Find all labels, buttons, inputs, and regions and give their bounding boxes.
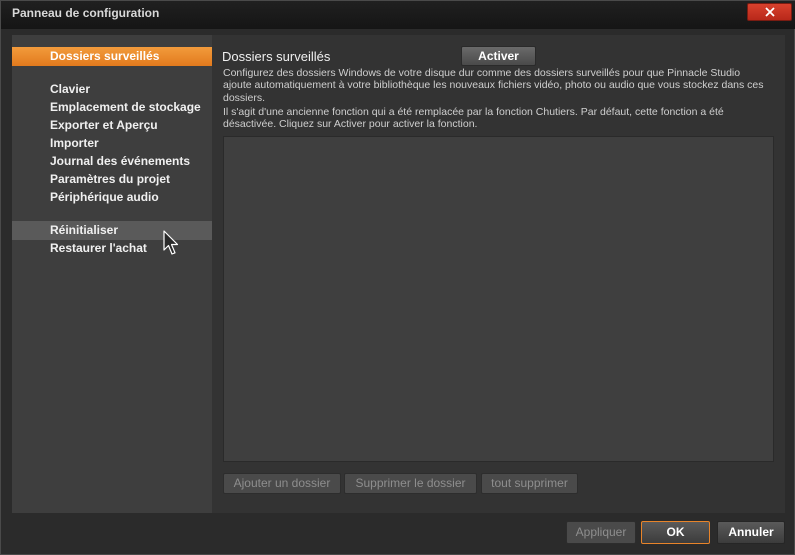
sidebar-item-project-settings[interactable]: Paramètres du projet — [12, 170, 212, 189]
settings-sidebar: Dossiers surveillés Clavier Emplacement … — [12, 35, 212, 513]
activate-button[interactable]: Activer — [461, 46, 536, 66]
sidebar-item-storage-location[interactable]: Emplacement de stockage — [12, 98, 212, 117]
window-title: Panneau de configuration — [12, 6, 160, 20]
sidebar-item-export-preview[interactable]: Exporter et Aperçu — [12, 116, 212, 135]
sidebar-item-audio-device[interactable]: Périphérique audio — [12, 188, 212, 207]
mouse-pointer-icon — [163, 230, 179, 255]
legacy-notice-text: Il s'agit d'une ancienne fonction qui a … — [223, 106, 724, 131]
add-folder-button[interactable]: Ajouter un dossier — [223, 473, 341, 494]
cancel-button[interactable]: Annuler — [717, 521, 785, 544]
title-bar: Panneau de configuration — [1, 1, 795, 29]
configuration-dialog: Panneau de configuration Dossiers survei… — [0, 0, 795, 555]
sidebar-item-event-log[interactable]: Journal des événements — [12, 152, 212, 171]
watched-folders-list[interactable] — [223, 136, 774, 462]
remove-all-button[interactable]: tout supprimer — [481, 473, 578, 494]
close-button[interactable] — [747, 3, 792, 21]
description-text: Configurez des dossiers Windows de votre… — [223, 67, 764, 104]
panel-heading: Dossiers surveillés — [222, 49, 331, 64]
remove-folder-button[interactable]: Supprimer le dossier — [344, 473, 477, 494]
sidebar-item-import[interactable]: Importer — [12, 134, 212, 153]
sidebar-item-watched-folders[interactable]: Dossiers surveillés — [12, 47, 212, 66]
watched-folders-panel: Dossiers surveillés Activer Configurez d… — [212, 35, 785, 513]
close-icon — [764, 7, 775, 17]
sidebar-item-restore-purchase[interactable]: Restaurer l'achat — [12, 239, 212, 258]
ok-button[interactable]: OK — [641, 521, 710, 544]
sidebar-item-keyboard[interactable]: Clavier — [12, 80, 212, 99]
apply-button[interactable]: Appliquer — [566, 521, 636, 544]
sidebar-item-reset[interactable]: Réinitialiser — [12, 221, 212, 240]
